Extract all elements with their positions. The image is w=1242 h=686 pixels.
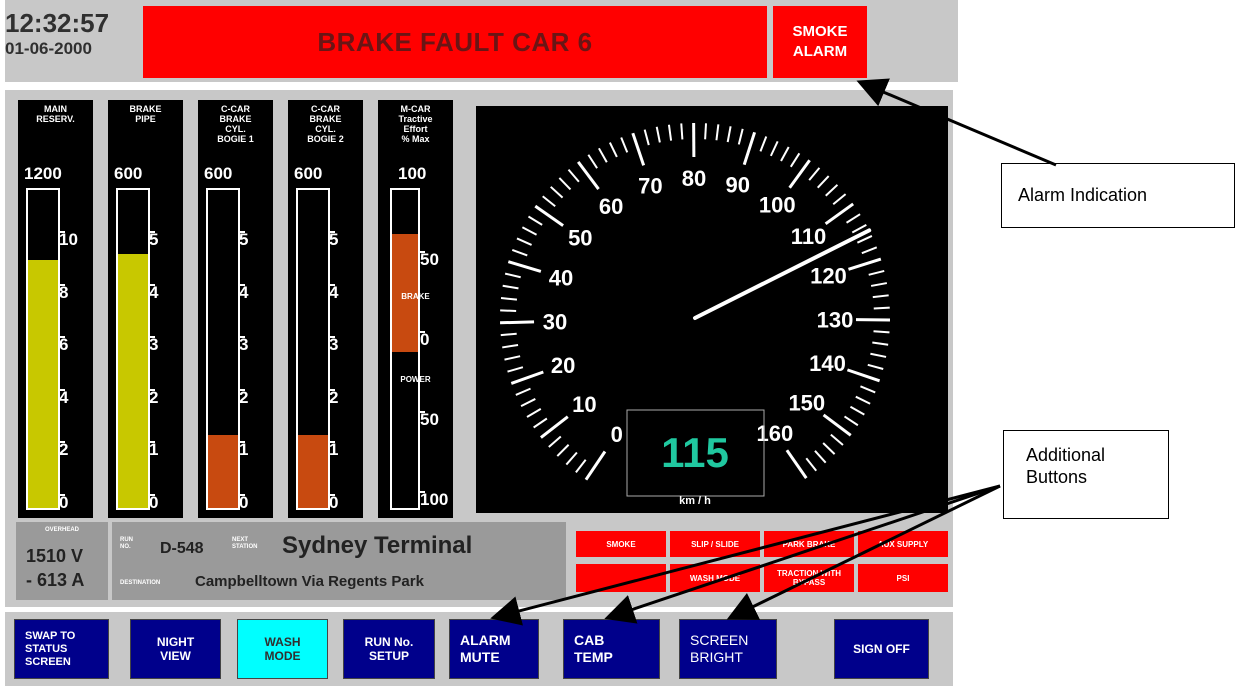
callout-arrows	[490, 78, 1057, 626]
arrow-cab-temp	[604, 484, 1001, 624]
arrow-screen-bright	[726, 484, 1001, 620]
arrow-alarm-mute	[490, 484, 1001, 626]
alarm-arrow	[856, 78, 1057, 167]
